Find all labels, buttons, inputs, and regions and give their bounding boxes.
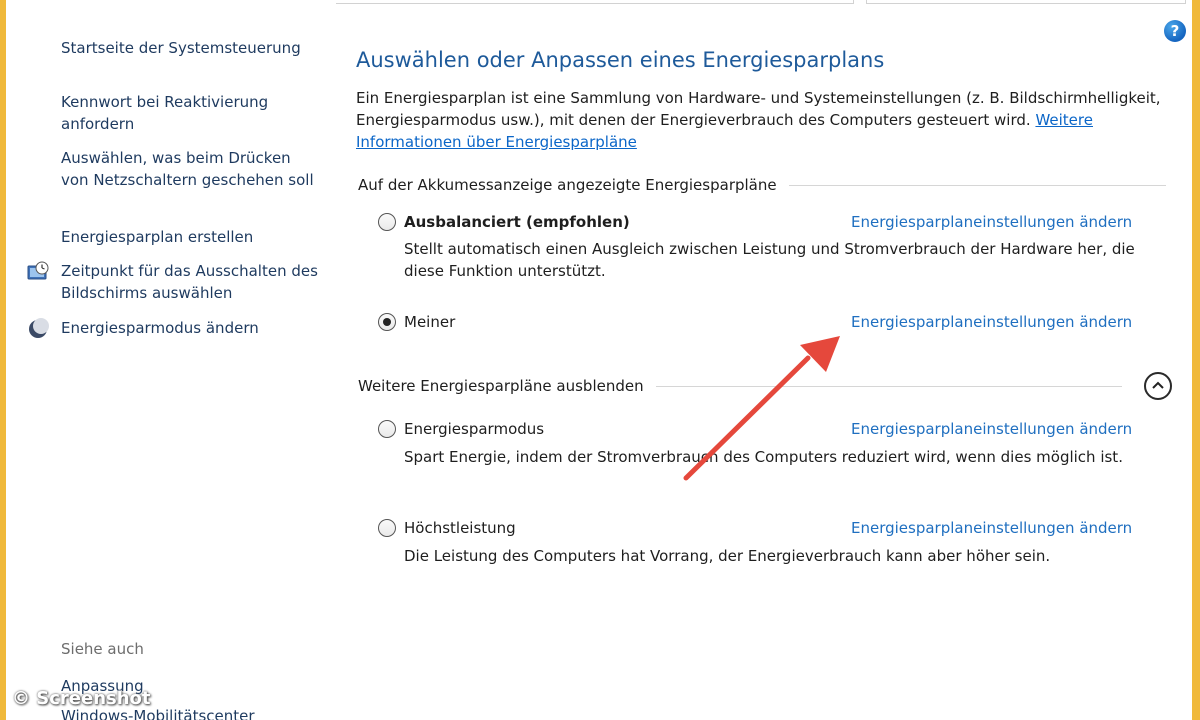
plan-radio-balanced[interactable] — [378, 213, 396, 231]
help-icon[interactable]: ? — [1164, 20, 1186, 42]
change-settings-link-meiner[interactable]: Energiesparplaneinstellungen ändern — [851, 311, 1132, 333]
moon-icon — [27, 318, 49, 340]
see-also-heading: Siehe auch — [61, 640, 144, 658]
sidebar: Startseite der Systemsteuerung Kennwort … — [6, 0, 336, 720]
display-clock-icon — [27, 261, 49, 283]
plan-name-balanced: Ausbalanciert (empfohlen) — [404, 213, 630, 231]
intro-text: Ein Energiesparplan ist eine Sammlung vo… — [356, 87, 1176, 153]
plan-radio-high-performance[interactable] — [378, 519, 396, 537]
group-header-label: Auf der Akkumessanzeige angezeigte Energ… — [358, 176, 777, 194]
plan-name-power-saver: Energiesparmodus — [404, 420, 545, 438]
change-settings-link-balanced[interactable]: Energiesparplaneinstellungen ändern — [851, 211, 1132, 233]
plan-desc-power-saver: Spart Energie, indem der Stromverbrauch … — [404, 448, 1123, 466]
sidebar-item-home[interactable]: Startseite der Systemsteuerung — [61, 37, 321, 59]
group-header-battery-plans: Auf der Akkumessanzeige angezeigte Energ… — [358, 174, 1166, 196]
plan-desc-balanced: Stellt automatisch einen Ausgleich zwisc… — [404, 240, 1135, 280]
sidebar-item-power-buttons[interactable]: Auswählen, was beim Drücken von Netzscha… — [61, 147, 321, 191]
change-settings-link-high-performance[interactable]: Energiesparplaneinstellungen ändern — [851, 517, 1132, 539]
group-divider — [788, 184, 1166, 186]
page-title: Auswählen oder Anpassen eines Energiespa… — [356, 48, 885, 72]
sidebar-item-display-off[interactable]: Zeitpunkt für das Ausschalten des Bildsc… — [61, 260, 321, 304]
plan-row-high-performance: Höchstleistung Energiesparplaneinstellun… — [378, 517, 1142, 539]
plan-name-high-performance: Höchstleistung — [404, 519, 516, 537]
sidebar-item-sleep-mode[interactable]: Energiesparmodus ändern — [61, 317, 321, 339]
plan-radio-power-saver[interactable] — [378, 420, 396, 438]
group-header-label: Weitere Energiesparpläne ausblenden — [358, 377, 644, 395]
control-panel-window: Startseite der Systemsteuerung Kennwort … — [0, 0, 1200, 720]
plan-row-balanced: Ausbalanciert (empfohlen) Energiesparpla… — [378, 211, 1142, 233]
group-header-more-plans: Weitere Energiesparpläne ausblenden — [358, 375, 1166, 397]
sidebar-item-create-plan[interactable]: Energiesparplan erstellen — [61, 226, 321, 248]
plan-desc-high-performance: Die Leistung des Computers hat Vorrang, … — [404, 547, 1051, 565]
group-divider — [655, 385, 1122, 387]
plan-row-power-saver: Energiesparmodus Energiesparplaneinstell… — [378, 418, 1142, 440]
collapse-more-plans-button[interactable] — [1144, 372, 1172, 400]
watermark: © Screenshot — [12, 688, 151, 709]
change-settings-link-power-saver[interactable]: Energiesparplaneinstellungen ändern — [851, 418, 1132, 440]
plan-name-meiner: Meiner — [404, 313, 456, 331]
sidebar-item-password[interactable]: Kennwort bei Reaktivierung anfordern — [61, 91, 321, 135]
chevron-up-icon — [1152, 381, 1164, 389]
plan-row-meiner: Meiner Energiesparplaneinstellungen ände… — [378, 311, 1142, 333]
plan-radio-meiner[interactable] — [378, 313, 396, 331]
main-content: Auswählen oder Anpassen eines Energiespa… — [336, 0, 1192, 720]
